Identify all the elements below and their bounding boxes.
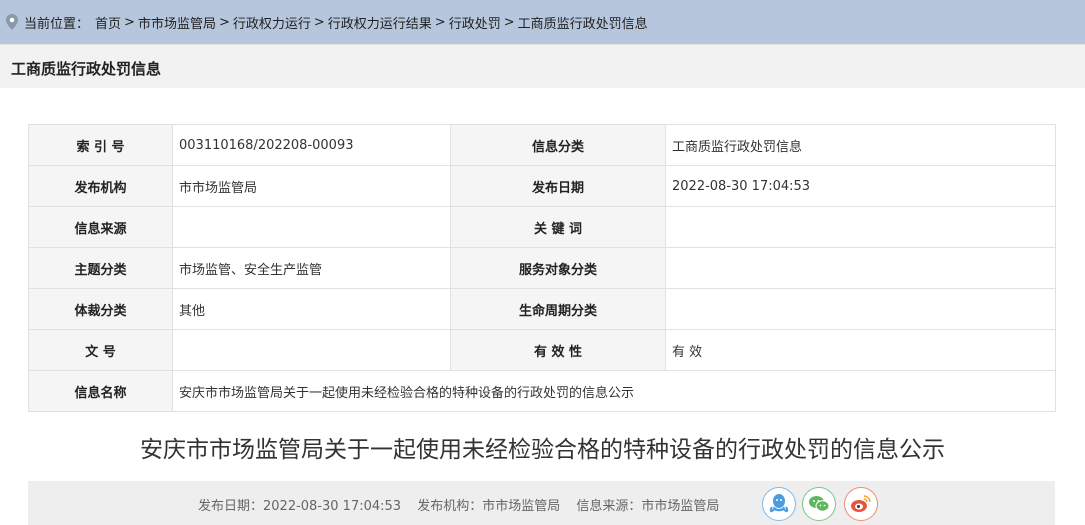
- date-label: 发布日期: [450, 165, 666, 207]
- wechat-icon: [809, 496, 830, 512]
- table-row: 主题分类 市场监管、安全生产监管 服务对象分类: [28, 247, 1056, 289]
- category-label: 信息分类: [450, 124, 666, 166]
- breadcrumb-admin-power[interactable]: 行政权力运行: [233, 13, 311, 32]
- index-label: 索 引 号: [28, 124, 173, 166]
- article-info-bar: 发布日期：2022-08-30 17:04:53 发布机构：市市场监管局 信息来…: [28, 481, 1055, 525]
- table-row: 文 号 有 效 性 有 效: [28, 329, 1056, 371]
- breadcrumb-home[interactable]: 首页: [95, 13, 121, 32]
- category-value: 工商质监行政处罚信息: [665, 124, 1056, 166]
- breadcrumb-separator: >: [434, 14, 446, 30]
- weibo-icon: [851, 495, 871, 512]
- breadcrumb-admin-power-result[interactable]: 行政权力运行结果: [328, 13, 432, 32]
- publisher-label: 发布机构: [28, 165, 173, 207]
- publish-date: 发布日期：2022-08-30 17:04:53: [198, 499, 402, 514]
- lifecycle-label: 生命周期分类: [450, 288, 666, 330]
- lifecycle-value: [665, 288, 1056, 330]
- date-value: 2022-08-30 17:04:53: [665, 165, 1056, 207]
- validity-value: 有 效: [665, 329, 1056, 371]
- keywords-label: 关 键 词: [450, 206, 666, 248]
- breadcrumb-separator: >: [503, 14, 515, 30]
- breadcrumb-bureau[interactable]: 市市场监管局: [138, 13, 216, 32]
- name-value: 安庆市市场监管局关于一起使用未经检验合格的特种设备的行政处罚的信息公示: [172, 370, 1056, 412]
- genre-label: 体裁分类: [28, 288, 173, 330]
- share-weibo-button[interactable]: [844, 487, 878, 521]
- publisher-value: 市市场监管局: [172, 165, 451, 207]
- section-header: 工商质监行政处罚信息: [0, 44, 1085, 88]
- topic-label: 主题分类: [28, 247, 173, 289]
- service-value: [665, 247, 1056, 289]
- index-value: 003110168/202208-00093: [172, 124, 451, 166]
- source-label: 信息来源: [28, 206, 173, 248]
- table-row: 索 引 号 003110168/202208-00093 信息分类 工商质监行政…: [28, 124, 1056, 166]
- section-title: 工商质监行政处罚信息: [11, 60, 162, 78]
- table-row: 信息来源 关 键 词: [28, 206, 1056, 248]
- docno-value: [172, 329, 451, 371]
- info-source: 信息来源：市市场监管局: [576, 499, 720, 514]
- share-qq-button[interactable]: [762, 487, 796, 521]
- breadcrumb-separator: >: [124, 14, 135, 30]
- topic-value: 市场监管、安全生产监管: [172, 247, 451, 289]
- table-row: 信息名称 安庆市市场监管局关于一起使用未经检验合格的特种设备的行政处罚的信息公示: [28, 370, 1056, 412]
- genre-value: 其他: [172, 288, 451, 330]
- article-info: 发布日期：2022-08-30 17:04:53 发布机构：市市场监管局 信息来…: [198, 495, 731, 514]
- location-pin-icon: [6, 14, 18, 30]
- service-label: 服务对象分类: [450, 247, 666, 289]
- breadcrumb-separator: >: [313, 14, 325, 30]
- breadcrumb-current[interactable]: 工商质监行政处罚信息: [518, 13, 648, 32]
- name-label: 信息名称: [28, 370, 173, 412]
- publish-agency: 发布机构：市市场监管局: [417, 499, 561, 514]
- table-row: 发布机构 市市场监管局 发布日期 2022-08-30 17:04:53: [28, 165, 1056, 207]
- table-row: 体裁分类 其他 生命周期分类: [28, 288, 1056, 330]
- breadcrumb-separator: >: [218, 14, 230, 30]
- breadcrumb: 当前位置： 首页 > 市市场监管局 > 行政权力运行 > 行政权力运行结果 > …: [0, 0, 1085, 44]
- qq-icon: [769, 494, 789, 513]
- breadcrumb-prefix: 当前位置：: [24, 16, 90, 32]
- breadcrumb-penalty[interactable]: 行政处罚: [449, 13, 501, 32]
- share-wechat-button[interactable]: [802, 487, 836, 521]
- docno-label: 文 号: [28, 329, 173, 371]
- keywords-value: [665, 206, 1056, 248]
- validity-label: 有 效 性: [450, 329, 666, 371]
- article-title: 安庆市市场监管局关于一起使用未经检验合格的特种设备的行政处罚的信息公示: [140, 437, 945, 463]
- source-value: [172, 206, 451, 248]
- metadata-table: 索 引 号 003110168/202208-00093 信息分类 工商质监行政…: [28, 124, 1056, 412]
